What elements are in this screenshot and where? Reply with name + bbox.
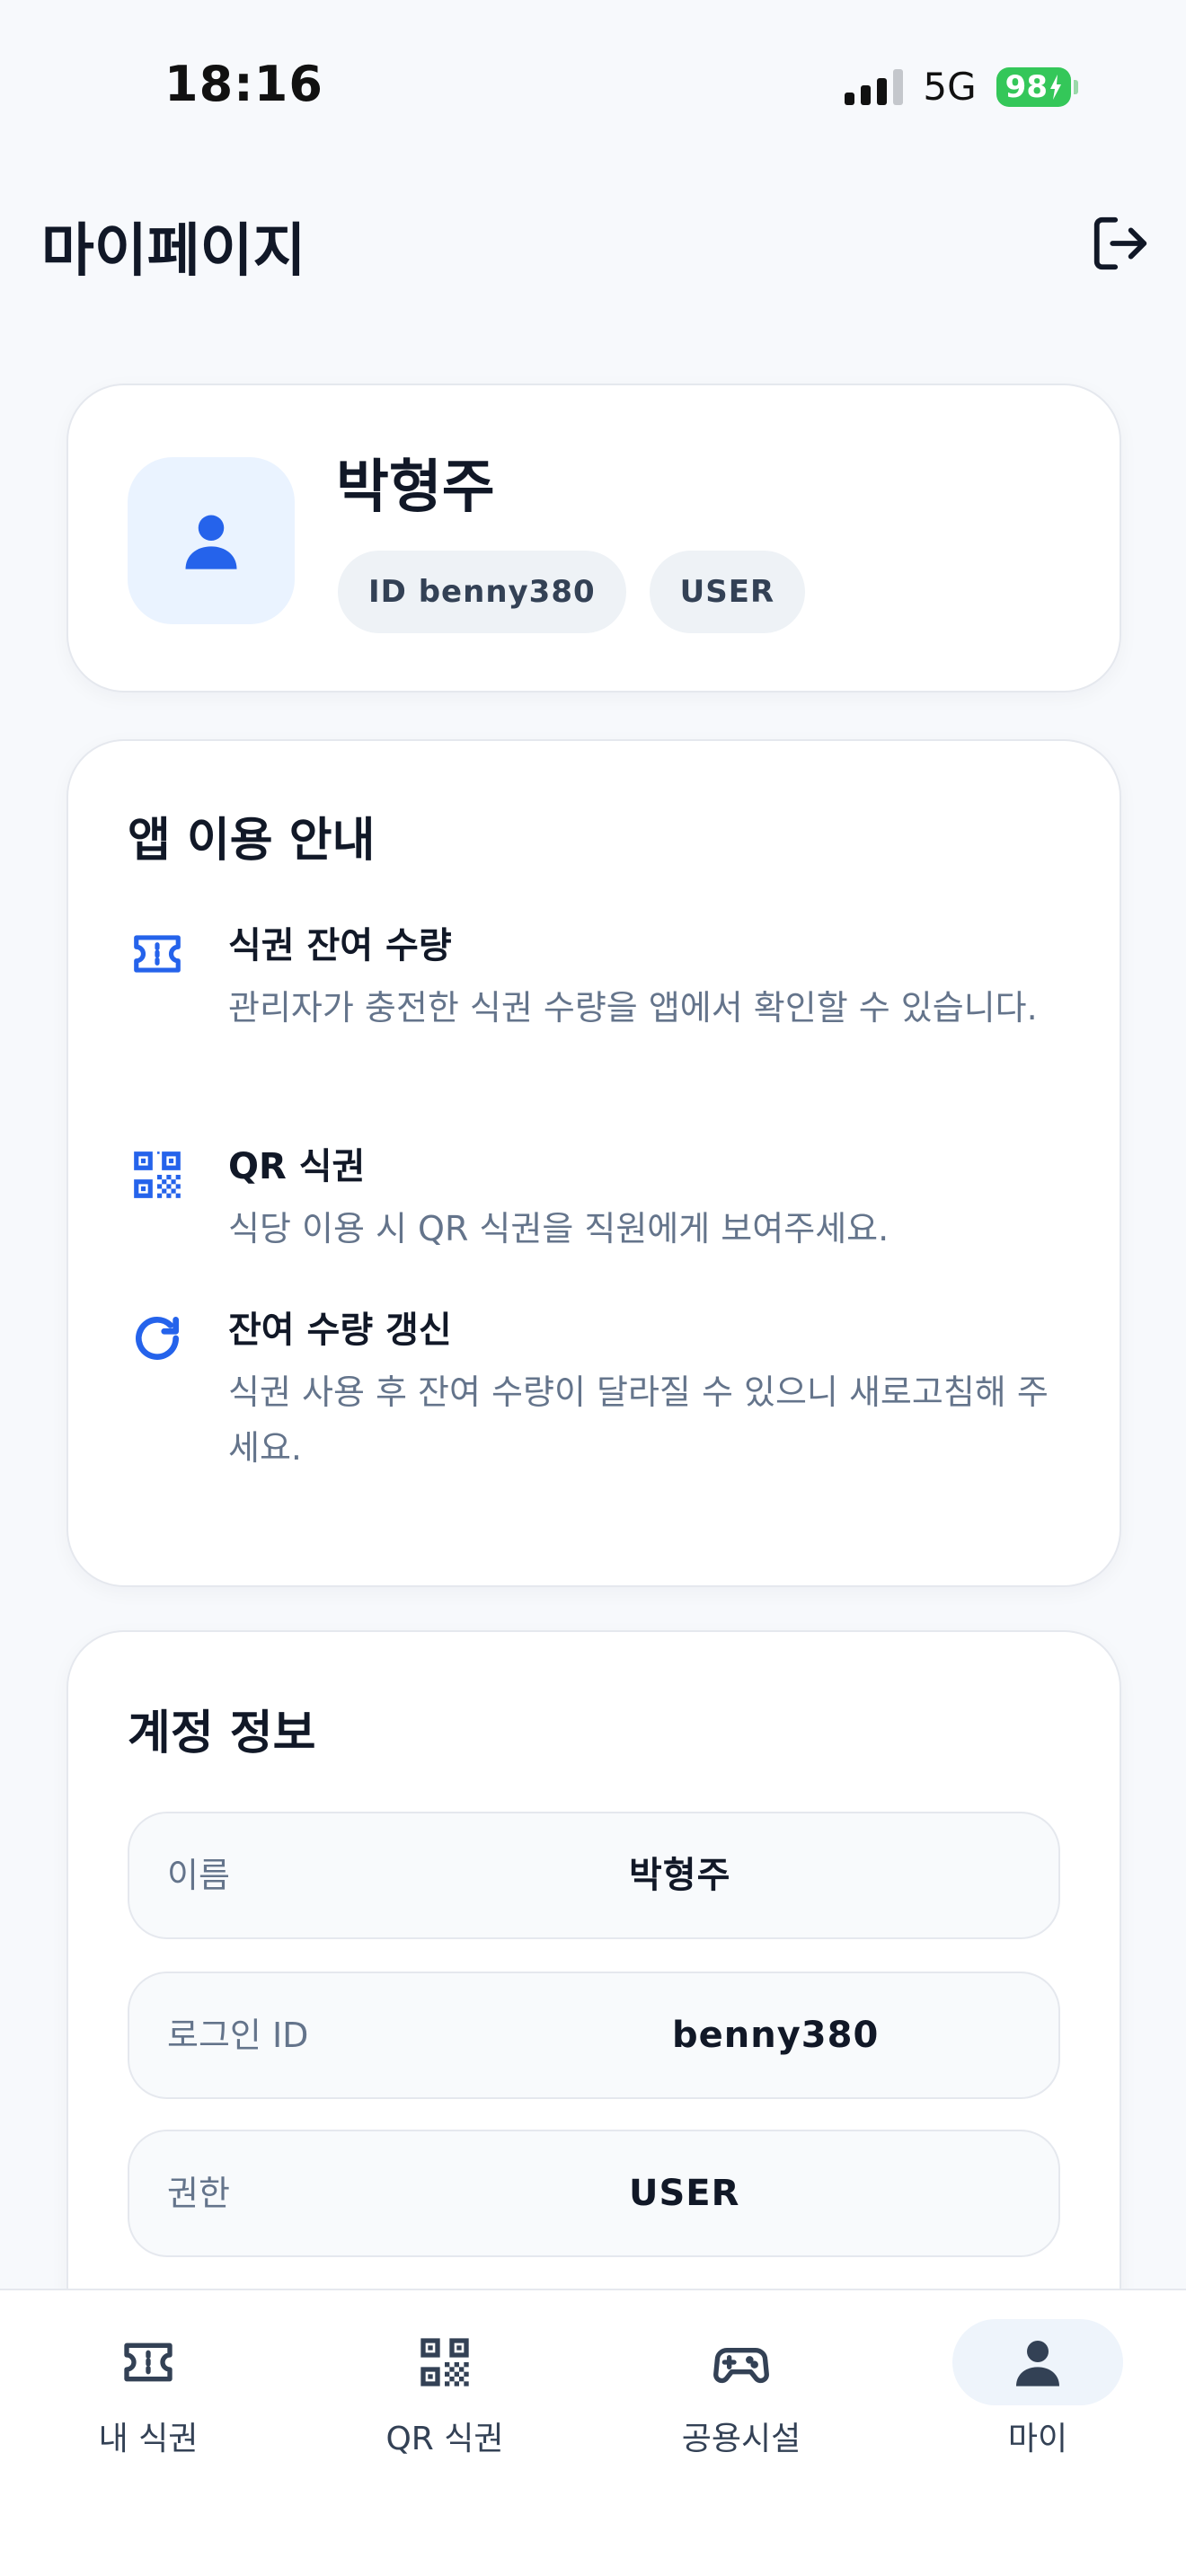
refresh-icon (135, 1316, 180, 1360)
info-label: 권한 (167, 2174, 230, 2213)
info-row-login-id: 로그인 ID benny380 (128, 1972, 1060, 2099)
info-row-role: 권한 USER (128, 2130, 1060, 2257)
account-title: 계정 정보 (128, 1707, 316, 1760)
guide-description: 관리자가 충전한 식권 수량을 앱에서 확인할 수 있습니다. (228, 988, 1038, 1028)
guide-heading: 식권 잔여 수량 (228, 925, 452, 966)
info-value: benny380 (672, 2015, 880, 2056)
nav-active-indicator (952, 2319, 1123, 2405)
info-row-name: 이름 박형주 (128, 1812, 1060, 1939)
logout-button[interactable] (1089, 212, 1152, 275)
info-label: 이름 (167, 1856, 230, 1895)
info-label: 로그인 ID (167, 2016, 309, 2055)
gamepad-icon (713, 2348, 769, 2384)
qr-code-icon (420, 2338, 469, 2386)
nav-label: 공용시설 (681, 2421, 801, 2457)
info-value: 박형주 (629, 1855, 731, 1896)
status-bar: 18:16 5G 98 (0, 0, 1186, 171)
guide-heading: QR 식권 (228, 1146, 366, 1187)
nav-label: QR 식권 (385, 2421, 504, 2457)
battery-level: 98 (1005, 68, 1048, 105)
person-icon (185, 515, 237, 569)
profile-name: 박형주 (336, 454, 495, 521)
charging-bolt-icon (1050, 74, 1061, 100)
page-title: 마이페이지 (41, 218, 306, 285)
person-icon (1016, 2341, 1059, 2386)
nav-item-shared-facilities[interactable]: 공용시설 (593, 2290, 890, 2470)
nav-item-my-page[interactable]: 마이 (890, 2290, 1186, 2470)
user-id-chip: ID benny380 (338, 551, 626, 633)
qr-code-icon (134, 1151, 181, 1198)
nav-item-qr-ticket[interactable]: QR 식권 (296, 2290, 593, 2470)
guide-title: 앱 이용 안내 (128, 814, 376, 868)
nav-label: 내 식권 (98, 2421, 199, 2457)
logout-icon (1093, 216, 1147, 270)
avatar (128, 457, 295, 624)
app-guide-card: 앱 이용 안내 식권 잔여 수량 관리자가 충전한 식권 수량을 앱에서 확인할… (66, 739, 1121, 1587)
profile-card: 박형주 ID benny380 USER (66, 384, 1121, 693)
status-time: 18:16 (164, 56, 323, 112)
guide-description: 식당 이용 시 QR 식권을 직원에게 보여주세요. (228, 1209, 890, 1248)
role-chip: USER (649, 551, 806, 633)
guide-heading: 잔여 수량 갱신 (228, 1310, 452, 1351)
signal-icon (845, 68, 904, 105)
network-label: 5G (923, 65, 977, 109)
page-header: 마이페이지 (0, 171, 1186, 305)
profile-chips: ID benny380 USER (338, 551, 806, 633)
nav-item-my-tickets[interactable]: 내 식권 (0, 2290, 296, 2470)
ticket-icon (124, 2342, 173, 2382)
battery-icon: 98 (996, 66, 1078, 107)
nav-label: 마이 (1007, 2421, 1068, 2457)
status-indicators: 5G 98 (845, 65, 1078, 109)
bottom-navigation: 내 식권 QR 식권 공용시설 마이 (0, 2289, 1186, 2576)
info-value: USER (629, 2173, 740, 2214)
guide-description: 식권 사용 후 잔여 수량이 달라질 수 있으니 새로고침해 주세요. (228, 1372, 1049, 1468)
ticket-icon (134, 935, 181, 973)
